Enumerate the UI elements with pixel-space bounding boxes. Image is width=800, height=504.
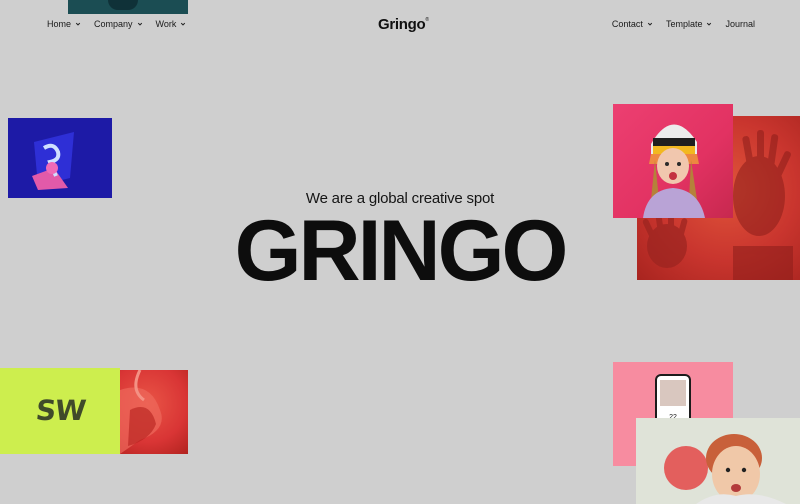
project-tile-guy-portrait[interactable] xyxy=(636,418,800,504)
site-logo[interactable]: Gringo® xyxy=(378,16,429,33)
phone-photo xyxy=(660,380,686,406)
girl-portrait-artwork xyxy=(643,124,705,218)
nav-item-journal[interactable]: Journal xyxy=(725,19,755,29)
project-tile-red-fabric[interactable] xyxy=(120,370,188,454)
nav-item-label: Contact xyxy=(611,19,643,29)
nav-item-home[interactable]: Home xyxy=(47,19,81,29)
chevron-down-icon xyxy=(137,22,142,26)
nav-item-label: Template xyxy=(665,19,703,29)
tile-shape xyxy=(108,0,138,10)
registered-mark: ® xyxy=(425,17,429,23)
chevron-down-icon xyxy=(75,22,81,26)
nav-item-label: Company xyxy=(94,19,133,29)
nav-item-label: Work xyxy=(155,19,177,29)
nav-item-work[interactable]: Work xyxy=(156,19,187,29)
nav-item-label: Journal xyxy=(725,19,755,29)
blue-tile-artwork xyxy=(32,132,74,190)
project-tile-lime[interactable]: SW xyxy=(0,368,120,454)
nav-item-company[interactable]: Company xyxy=(94,19,143,29)
project-tile-teal[interactable] xyxy=(68,0,188,14)
chevron-down-icon xyxy=(181,22,186,26)
nav-item-template[interactable]: Template xyxy=(666,19,713,29)
logo-text: Gringo xyxy=(378,16,426,33)
project-tile-girl-portrait[interactable] xyxy=(613,104,733,218)
nav-item-contact[interactable]: Contact xyxy=(612,19,653,29)
chevron-down-icon xyxy=(707,22,712,26)
nav-left-group: Home Company Work xyxy=(47,19,186,29)
nav-right-group: Contact Template Journal xyxy=(612,19,755,29)
project-tile-blue[interactable] xyxy=(8,118,112,198)
lime-tile-logo-text: SW xyxy=(34,394,87,427)
red-fabric-artwork xyxy=(120,370,162,454)
nav-item-label: Home xyxy=(47,19,72,29)
guy-portrait-artwork xyxy=(664,434,786,504)
chevron-down-icon xyxy=(647,22,653,26)
